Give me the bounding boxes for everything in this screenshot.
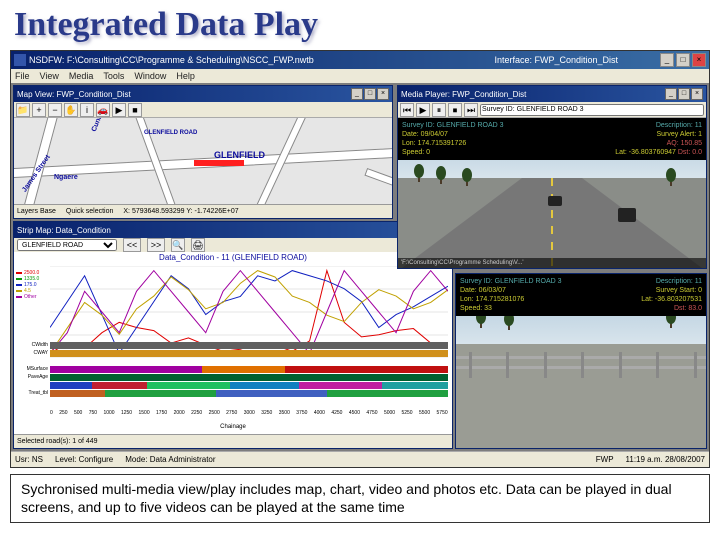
map-close-button[interactable]: ×: [377, 88, 389, 100]
menu-help[interactable]: Help: [176, 71, 195, 81]
stripmap-footer: Selected road(s): 1 of 449: [14, 434, 452, 448]
map-max-button[interactable]: □: [364, 88, 376, 100]
stripmap-next-button[interactable]: >>: [147, 238, 165, 252]
map-glenfield-label: GLENFIELD: [214, 150, 265, 160]
map-open-icon[interactable]: 📁: [16, 103, 30, 117]
media1-video-frame[interactable]: Survey ID: GLENFIELD ROAD 3 Description:…: [398, 118, 706, 268]
stripmap-selected-text: Selected road(s): 1 of 449: [17, 438, 98, 445]
menu-view[interactable]: View: [40, 71, 59, 81]
stripmap-road-select[interactable]: GLENFIELD ROAD: [17, 239, 117, 251]
map-titlebar[interactable]: Map View: FWP_Condition_Dist _ □ ×: [14, 86, 392, 102]
interface-label: Interface: FWP_Condition_Dist: [494, 55, 618, 65]
stripmap-titlebar[interactable]: Strip Map: Data_Condition _ □ ×: [14, 222, 452, 238]
map-cunningham-label: Cunningham: [91, 118, 114, 133]
chart-title: Data_Condition - 11 (GLENFIELD ROAD): [14, 252, 452, 263]
map-canvas[interactable]: GLENFIELD GLENFIELD ROAD Cunningham Jame…: [14, 118, 392, 204]
stripmap-title: Strip Map: Data_Condition: [17, 226, 111, 235]
status-level: Level: Configure: [55, 455, 113, 464]
media2-video-frame[interactable]: Survey ID: GLENFIELD ROAD 3 Description:…: [456, 274, 706, 448]
stripmap-window: Strip Map: Data_Condition _ □ × GLENFIEL…: [13, 221, 453, 449]
menu-tools[interactable]: Tools: [103, 71, 124, 81]
minimize-button[interactable]: _: [660, 53, 674, 67]
media1-pause-icon[interactable]: ⏸: [432, 103, 446, 117]
app-icon: [14, 54, 26, 66]
media1-prev-icon[interactable]: ⏮: [400, 103, 414, 117]
map-coords: X: 5793648.593299 Y: -1.74226E+07: [123, 208, 238, 215]
stripmap-prev-button[interactable]: <<: [123, 238, 141, 252]
media1-toolbar: ⏮ ▶ ⏸ ⏹ ⏭: [398, 102, 706, 118]
map-zoomout-icon[interactable]: −: [48, 103, 62, 117]
status-mode: Mode: Data Administrator: [125, 455, 215, 464]
menu-window[interactable]: Window: [134, 71, 166, 81]
media1-title: Media Player: FWP_Condition_Dist: [401, 90, 526, 99]
maximize-button[interactable]: □: [676, 53, 690, 67]
slide-title: Integrated Data Play: [0, 0, 720, 50]
stripmap-zoom-icon[interactable]: 🔍: [171, 238, 185, 252]
railing: [456, 352, 706, 382]
mdi-area: Map View: FWP_Condition_Dist _ □ × 📁 + −…: [11, 83, 709, 451]
map-ngaere-label: Ngaere: [54, 174, 78, 181]
media1-max-button[interactable]: □: [678, 88, 690, 100]
media2-overlay: Survey ID: GLENFIELD ROAD 3 Description:…: [456, 274, 706, 316]
menu-media[interactable]: Media: [69, 71, 94, 81]
map-info-icon[interactable]: i: [80, 103, 94, 117]
map-pan-icon[interactable]: ✋: [64, 103, 78, 117]
map-toolbar: 📁 + − ✋ i 🚗 ▶ ■: [14, 102, 392, 118]
media1-next-icon[interactable]: ⏭: [464, 103, 478, 117]
map-glenfield-rd-label: GLENFIELD ROAD: [144, 130, 197, 136]
media1-path-input[interactable]: [480, 104, 704, 116]
map-window: Map View: FWP_Condition_Dist _ □ × 📁 + −…: [13, 85, 393, 219]
map-selected-segment: [194, 160, 244, 166]
media-window-1: Media Player: FWP_Condition_Dist _ □ × ⏮…: [397, 85, 707, 269]
media1-close-button[interactable]: ×: [691, 88, 703, 100]
media1-min-button[interactable]: _: [665, 88, 677, 100]
map-window-title: Map View: FWP_Condition_Dist: [17, 90, 131, 99]
media1-play-icon[interactable]: ▶: [416, 103, 430, 117]
map-stop-icon[interactable]: ■: [128, 103, 142, 117]
slide-caption: Sychronised multi-media view/play includ…: [10, 474, 710, 523]
media-window-2: Survey ID: GLENFIELD ROAD 3 Description:…: [455, 273, 707, 449]
map-layers-label[interactable]: Layers Base: [17, 208, 56, 215]
media1-overlay: Survey ID: GLENFIELD ROAD 3 Description:…: [398, 118, 706, 160]
status-time: 11:19 a.m. 28/08/2007: [626, 455, 705, 464]
menu-file[interactable]: File: [15, 71, 30, 81]
map-car-icon[interactable]: 🚗: [96, 103, 110, 117]
main-app-window: NSDFW: F:\Consulting\CC\Programme & Sche…: [10, 50, 710, 468]
chart-legend: 2500.01335.0175.04.5Other: [16, 270, 48, 300]
app-menubar: File View Media Tools Window Help: [11, 69, 709, 83]
media1-footer: 'F:\Consulting\CC\Programme Scheduling\V…: [398, 258, 706, 268]
map-quicksel-label[interactable]: Quick selection: [66, 208, 113, 215]
app-statusbar: Usr: NS Level: Configure Mode: Data Admi…: [11, 451, 709, 467]
close-button[interactable]: ×: [692, 53, 706, 67]
app-title-text: NSDFW: F:\Consulting\CC\Programme & Sche…: [29, 55, 314, 65]
stripmap-print-icon[interactable]: 🖨: [191, 238, 205, 252]
app-titlebar: NSDFW: F:\Consulting\CC\Programme & Sche…: [11, 51, 709, 69]
chart-body: Data_Condition - 11 (GLENFIELD ROAD) 250…: [14, 252, 452, 434]
map-play-icon[interactable]: ▶: [112, 103, 126, 117]
map-footer: Layers Base Quick selection X: 5793648.5…: [14, 204, 392, 218]
chart-xlabel: Chainage: [14, 424, 452, 430]
map-zoomin-icon[interactable]: +: [32, 103, 46, 117]
stripmap-toolbar: GLENFIELD ROAD << >> 🔍 🖨: [14, 238, 452, 252]
map-min-button[interactable]: _: [351, 88, 363, 100]
media1-titlebar[interactable]: Media Player: FWP_Condition_Dist _ □ ×: [398, 86, 706, 102]
status-fwp: FWP: [596, 455, 614, 464]
chart-bands: CWidthCWAYMSurfacePaveAgeTreat_tbl: [50, 342, 448, 406]
media1-stop-icon[interactable]: ⏹: [448, 103, 462, 117]
status-user: Usr: NS: [15, 455, 43, 464]
chart-xaxis: 0250500750100012501500175020002250250027…: [50, 410, 448, 418]
